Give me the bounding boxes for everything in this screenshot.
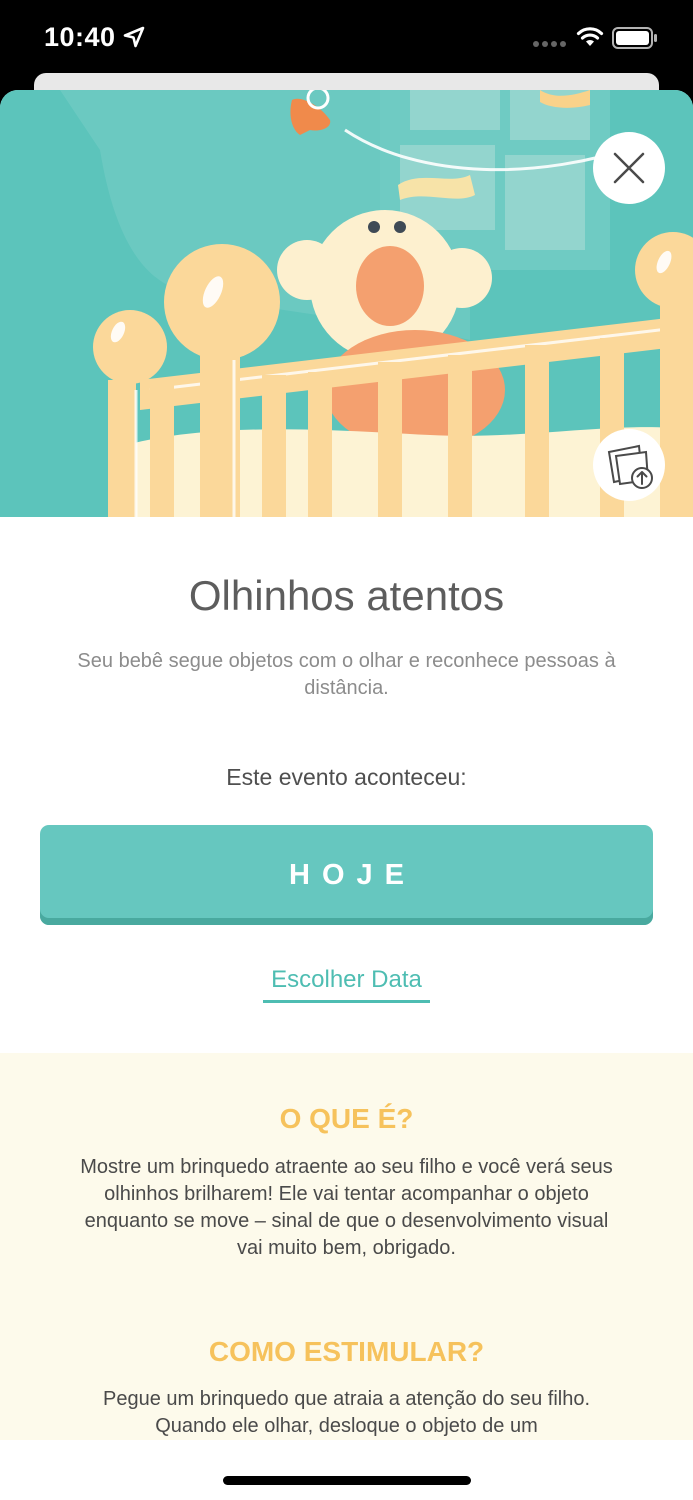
milestone-sheet: Olhinhos atentos Seu bebê segue objetos … bbox=[0, 90, 693, 1500]
status-bar: 10:40 bbox=[0, 0, 693, 80]
today-button[interactable]: HOJE bbox=[40, 825, 653, 925]
what-is-text: Mostre um brinquedo atraente ao seu filh… bbox=[80, 1156, 613, 1259]
location-arrow-icon bbox=[123, 26, 145, 48]
status-time: 10:40 bbox=[44, 22, 116, 52]
share-photo-button[interactable] bbox=[593, 429, 665, 501]
milestone-subtitle: Seu bebê segue objetos com o olhar e rec… bbox=[77, 650, 616, 699]
signal-icon bbox=[533, 41, 566, 47]
crying-baby-illustration bbox=[0, 90, 693, 517]
close-button[interactable] bbox=[593, 132, 665, 204]
milestone-title: Olhinhos atentos bbox=[188, 572, 505, 619]
event-label: Este evento aconteceu: bbox=[226, 764, 467, 790]
hero-illustration bbox=[0, 90, 693, 517]
info-panel: O QUE É? Mostre um brinquedo atraente ao… bbox=[0, 1053, 693, 1500]
battery-icon bbox=[612, 27, 657, 49]
home-indicator-area bbox=[0, 1440, 693, 1500]
choose-date-link[interactable]: Escolher Data bbox=[263, 966, 430, 1003]
share-photo-icon bbox=[607, 444, 653, 489]
how-to-stimulate-heading: COMO ESTIMULAR? bbox=[208, 1336, 485, 1367]
home-indicator[interactable] bbox=[223, 1476, 471, 1485]
what-is-heading: O QUE É? bbox=[279, 1103, 414, 1134]
wifi-icon bbox=[576, 27, 604, 46]
how-to-stimulate-text: Pegue um brinquedo que atraia a atenção … bbox=[102, 1388, 591, 1437]
close-icon bbox=[613, 152, 645, 184]
